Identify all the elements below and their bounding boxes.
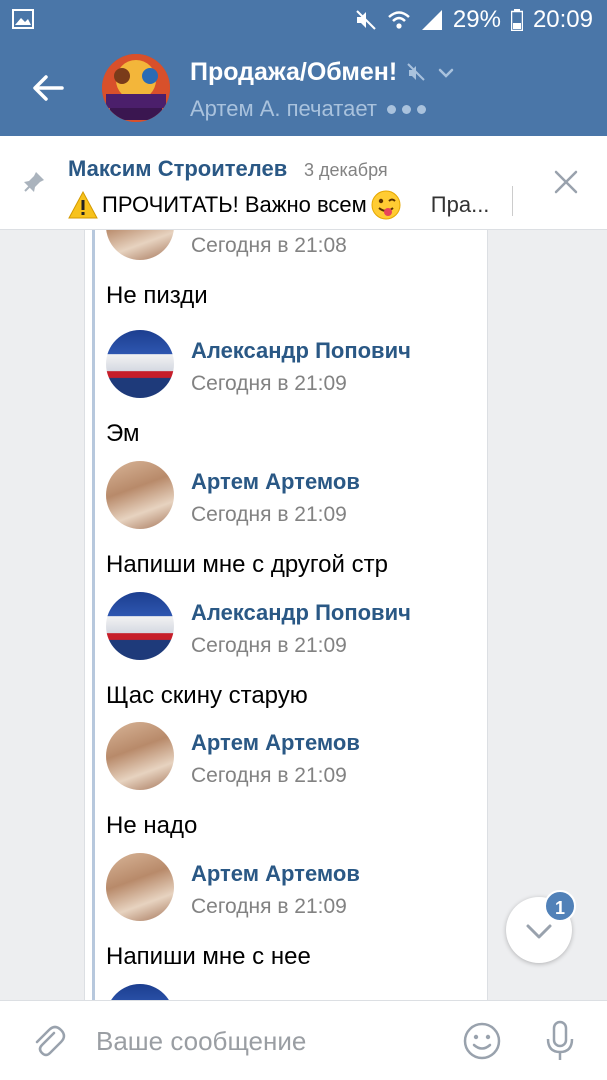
avatar[interactable] [106,330,174,398]
microphone-icon[interactable] [543,1019,577,1063]
status-right: 29% 20:09 [355,0,593,40]
pinned-more: Пра... [430,192,490,217]
clock: 20:09 [532,6,593,33]
avatar[interactable] [106,722,174,790]
status-bar: 29% 20:09 [0,0,607,40]
message-text: Эм [106,420,140,447]
pinned-author: Максим Строителев [68,156,288,181]
pin-icon [24,172,44,192]
warning-icon [68,191,98,219]
battery-percent: 29% [452,6,501,33]
message-text: Не надо [106,812,198,839]
message-time: Сегодня в 21:08 [191,234,347,257]
chat-avatar[interactable] [102,54,170,122]
battery-icon [510,9,523,31]
signal-icon [421,10,442,30]
wifi-icon [388,11,410,29]
emoji-icon[interactable] [462,1021,502,1061]
close-icon[interactable] [552,168,580,196]
avatar[interactable] [106,592,174,660]
unread-badge: 1 [544,890,576,922]
message-input[interactable] [96,1021,436,1061]
message-time: Сегодня в 21:09 [191,764,347,787]
message-time: Сегодня в 21:09 [191,503,347,526]
pinned-message[interactable]: Максим Строителев 3 декабря ПРОЧИТАТЬ! В… [0,136,607,230]
message-composer [0,1000,607,1080]
mute-icon [356,10,376,30]
pinned-date: 3 декабря [304,160,388,180]
muted-icon [407,62,425,81]
sender-name[interactable]: Артем Артемов [191,730,360,756]
chevron-down-icon[interactable] [437,64,455,82]
back-arrow-icon[interactable] [28,68,68,108]
chat-title-wrap[interactable]: Продажа/Обмен! [190,58,455,87]
winking-tongue-emoji-icon [371,190,401,220]
typing-dots [386,104,426,114]
message-time: Сегодня в 21:09 [191,634,347,657]
pinned-text: ПРОЧИТАТЬ! Важно всем Пра... [68,190,508,220]
avatar[interactable] [106,461,174,529]
message-text: Не пизди [106,282,208,309]
image-icon [12,9,34,29]
chat-header: Продажа/Обмен! Артем А. печатает [0,40,607,136]
chat-area[interactable]: Сегодня в 21:08 Не пизди Александр Попов… [0,230,607,1000]
chat-title: Продажа/Обмен! [190,58,398,86]
pinned-divider [512,186,520,216]
forward-quote-bar [92,230,95,1000]
sender-name[interactable]: Александр Попович [191,338,411,364]
attach-icon[interactable] [30,1023,66,1059]
typing-status: Артем А. печатает [190,96,426,122]
chat-avatar-image [102,54,170,122]
message-time: Сегодня в 21:09 [191,372,347,395]
typing-text: Артем А. печатает [190,96,377,121]
message-text: Щас скину старую [106,682,308,709]
pinned-text-content: ПРОЧИТАТЬ! Важно всем [102,192,367,217]
message-text: Напиши мне с нее [106,943,311,970]
sender-name[interactable]: Александр Попович [191,600,411,626]
message-time: Сегодня в 21:09 [191,895,347,918]
avatar[interactable] [106,853,174,921]
sender-name[interactable]: Артем Артемов [191,861,360,887]
sender-name[interactable]: Артем Артемов [191,469,360,495]
message-text: Напиши мне с другой стр [106,551,388,578]
